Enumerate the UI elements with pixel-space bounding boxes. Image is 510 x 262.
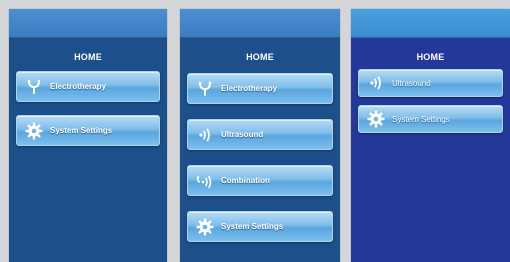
system-settings-label: System Settings	[221, 222, 284, 231]
system-settings-button[interactable]: System Settings	[16, 115, 160, 146]
ultrasound-button[interactable]: Ultrasound	[187, 119, 333, 150]
system-settings-button[interactable]: System Settings	[187, 211, 333, 242]
combination-icon	[196, 172, 214, 190]
electrotherapy-icon	[196, 80, 214, 98]
system-settings-label: System Settings	[50, 126, 113, 135]
system-settings-button[interactable]: System Settings	[358, 105, 503, 133]
home-title: HOME	[246, 52, 274, 62]
home-title: HOME	[74, 52, 102, 62]
top-bar	[180, 9, 340, 38]
screen-2: HOME Electrotherapy Ultrasound Combinati…	[180, 9, 340, 262]
home-title: HOME	[416, 52, 445, 62]
electrotherapy-label: Electrotherapy	[221, 84, 278, 93]
electrotherapy-button[interactable]: Electrotherapy	[16, 71, 160, 102]
top-bar	[9, 9, 167, 38]
system-settings-label: System Settings	[392, 114, 450, 124]
combination-label: Combination	[221, 176, 270, 185]
screen-1: HOME Electrotherapy System Settings	[9, 9, 167, 262]
screen-3: HOME Ultrasound System Settings	[351, 9, 510, 262]
electrotherapy-label: Electrotherapy	[50, 82, 107, 91]
gear-icon	[196, 218, 214, 236]
ultrasound-label: Ultrasound	[221, 130, 264, 139]
combination-button[interactable]: Combination	[187, 165, 333, 196]
electrotherapy-button[interactable]: Electrotherapy	[187, 73, 333, 104]
electrotherapy-icon	[25, 78, 43, 96]
gear-icon	[25, 122, 43, 140]
gear-icon	[367, 110, 385, 128]
ultrasound-label: Ultrasound	[392, 78, 431, 88]
top-bar	[351, 9, 510, 38]
ultrasound-button[interactable]: Ultrasound	[358, 69, 503, 97]
ultrasound-icon	[367, 74, 385, 92]
ultrasound-icon	[196, 126, 214, 144]
